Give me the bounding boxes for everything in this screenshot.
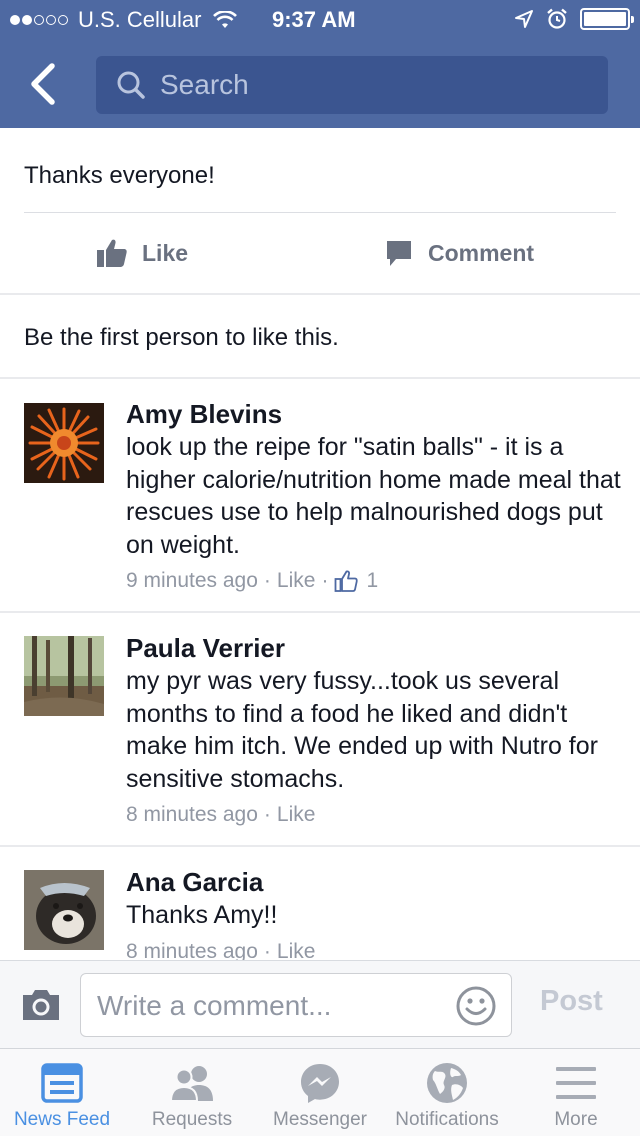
divider <box>0 845 640 847</box>
avatar[interactable] <box>24 636 104 716</box>
comment-like-count[interactable]: 1 <box>334 569 378 593</box>
tab-more[interactable]: More <box>516 1049 636 1136</box>
battery-icon <box>580 8 634 30</box>
comment-text: Thanks Amy!! <box>126 901 278 929</box>
comment-body: Paula Verrier my pyr was very fussy...to… <box>126 633 621 827</box>
emoji-button[interactable] <box>455 985 497 1027</box>
camera-button[interactable] <box>20 987 62 1023</box>
divider <box>0 611 640 613</box>
comment-timestamp: 8 minutes ago <box>126 803 258 826</box>
tab-messenger[interactable]: Messenger <box>262 1049 378 1136</box>
post-detail: Thanks everyone! Like Comment Be the fir… <box>0 128 640 960</box>
bottom-tab-bar: News Feed Requests Messenger Notificatio… <box>0 1048 640 1136</box>
alarm-icon <box>547 8 567 29</box>
post-action-bar: Like Comment <box>0 213 640 293</box>
back-button[interactable] <box>26 60 66 108</box>
thumbs-up-outline-icon <box>335 570 359 592</box>
divider <box>0 293 640 295</box>
messenger-icon <box>301 1064 339 1103</box>
comment-button[interactable]: Comment <box>384 213 534 293</box>
wifi-icon <box>213 11 238 28</box>
speech-bubble-icon <box>387 241 411 266</box>
thumbs-up-icon <box>97 239 127 267</box>
menu-icon <box>556 1067 596 1099</box>
top-header: U.S. Cellular 9:37 AM <box>0 0 640 128</box>
comment-meta: 8 minutes ago · Like <box>126 940 621 961</box>
avatar-image <box>24 403 104 483</box>
comment-field[interactable] <box>80 973 512 1037</box>
tab-label: Requests <box>151 1109 233 1130</box>
avatar-image <box>24 636 104 716</box>
comment-label: Comment <box>428 239 535 266</box>
tab-label: News Feed <box>13 1109 111 1130</box>
like-count-value: 1 <box>366 569 379 592</box>
status-right <box>514 8 634 30</box>
tab-label: Messenger <box>273 1109 367 1130</box>
tab-label: Notifications <box>395 1109 499 1130</box>
comment-input[interactable] <box>97 986 447 1026</box>
search-icon <box>117 71 145 99</box>
search-input[interactable] <box>160 69 580 101</box>
comment-like-link[interactable]: Like <box>277 803 316 827</box>
post-button[interactable]: Post <box>540 985 603 1018</box>
divider <box>0 377 640 379</box>
chevron-left-icon <box>31 63 55 105</box>
comment-body: Ana Garcia Thanks Amy!! 8 minutes ago · … <box>126 867 621 960</box>
status-left: U.S. Cellular <box>10 7 238 33</box>
camera-icon <box>23 990 59 1020</box>
like-button[interactable]: Like <box>96 213 188 293</box>
tab-requests[interactable]: Requests <box>132 1049 252 1136</box>
smiley-icon <box>456 986 496 1026</box>
avatar-image <box>24 870 104 950</box>
comment-composer: Post <box>0 960 640 1048</box>
comment-text: look up the reipe for "satin balls" - it… <box>126 433 621 559</box>
comment-body: Amy Blevins look up the reipe for "satin… <box>126 399 621 593</box>
comment-timestamp: 9 minutes ago <box>126 569 258 592</box>
post-text: Thanks everyone! <box>24 162 215 189</box>
comment-meta: 9 minutes ago · Like · 1 <box>126 569 379 593</box>
tab-news-feed[interactable]: News Feed <box>0 1049 124 1136</box>
status-time: 9:37 AM <box>272 7 356 32</box>
avatar[interactable] <box>24 870 104 950</box>
location-arrow-icon <box>515 10 533 28</box>
tab-notifications[interactable]: Notifications <box>384 1049 510 1136</box>
signal-strength-icon <box>10 15 68 25</box>
requests-icon <box>169 1066 213 1102</box>
comment-like-link[interactable]: Like <box>277 569 316 593</box>
search-bar[interactable] <box>96 56 608 114</box>
comment-timestamp: 8 minutes ago <box>126 939 258 961</box>
globe-icon <box>427 1063 467 1103</box>
carrier-name: U.S. Cellular <box>78 7 202 32</box>
news-feed-icon <box>41 1063 83 1103</box>
status-bar: U.S. Cellular 9:37 AM <box>0 0 640 40</box>
like-label: Like <box>142 239 189 266</box>
comment-like-link[interactable]: Like <box>277 940 316 961</box>
tab-label: More <box>554 1109 598 1130</box>
likes-summary[interactable]: Be the first person to like this. <box>24 324 339 352</box>
comment-author[interactable]: Amy Blevins <box>126 399 621 429</box>
comment-author[interactable]: Paula Verrier <box>126 633 621 663</box>
comment-text: my pyr was very fussy...took us several … <box>126 667 598 793</box>
avatar[interactable] <box>24 403 104 483</box>
comment-meta: 8 minutes ago · Like <box>126 803 316 827</box>
comment-author[interactable]: Ana Garcia <box>126 867 621 897</box>
